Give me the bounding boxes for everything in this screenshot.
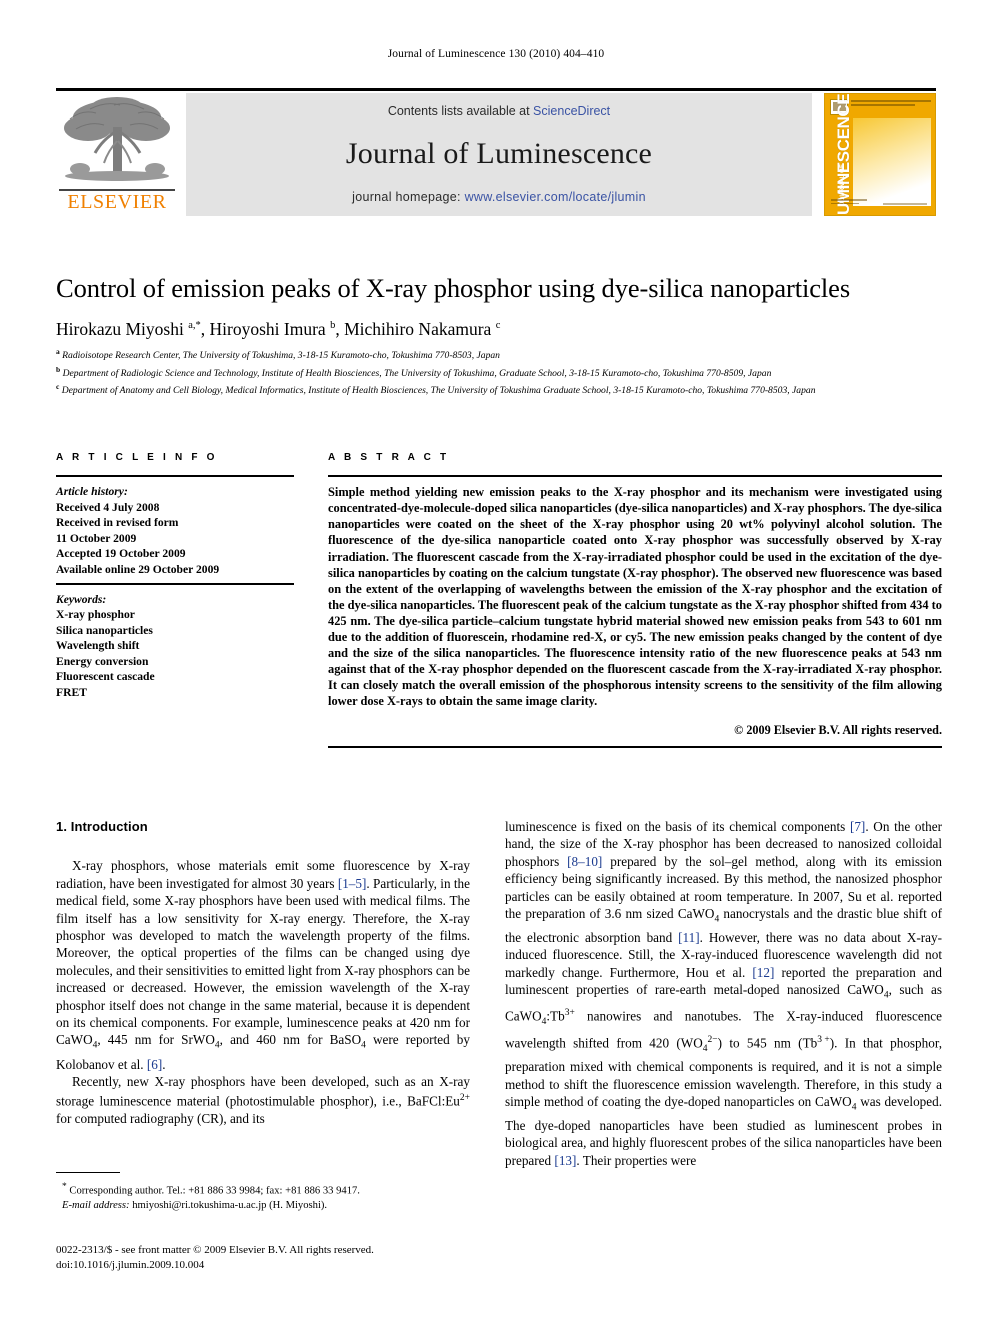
keyword-item: Energy conversion [56,654,149,668]
cover-gradient-panel [853,118,931,206]
body-paragraph: Recently, new X-ray phosphors have been … [56,1073,470,1127]
affiliation-marker: a [56,347,60,356]
journal-article-page: Journal of Luminescence 130 (2010) 404–4… [0,0,992,1323]
cover-footer-right-lines [883,203,929,209]
copyright-line: © 2009 Elsevier B.V. All rights reserved… [734,722,942,737]
affiliation-item: c Department of Anatomy and Cell Biology… [56,380,942,398]
affiliation-text: Department of Radiologic Science and Tec… [62,367,772,379]
body-paragraph: X-ray phosphors, whose materials emit so… [56,858,470,1072]
journal-masthead: ELSEVIER Contents lists available at Sci… [56,88,936,216]
footnote-divider [56,1172,120,1174]
running-head: Journal of Luminescence 130 (2010) 404–4… [387,48,605,60]
article-title: Control of emission peaks of X-ray phosp… [56,273,851,303]
homepage-prefix-text: journal homepage: [352,190,465,204]
article-history-item: Available online 29 October 2009 [56,562,220,576]
contents-prefix-text: Contents lists available at [387,104,534,118]
abstract-column: A B S T R A C T Simple method yielding n… [328,452,942,748]
abstract-top-rule [328,475,942,478]
article-info-heading: A R T I C L E I N F O [56,452,218,463]
article-info-top-rule [56,475,294,478]
keyword-item: Silica nanoparticles [56,623,153,637]
body-right-column: luminescence is fixed on the basis of it… [505,818,942,1169]
cover-footer-left-lines [831,199,871,209]
article-history-item: Received in revised form [56,516,179,530]
cover-subtitle-text: JOURNAL OF [840,164,846,205]
author-list: Hirokazu Miyoshi a,*, Hiroyoshi Imura b,… [56,318,501,339]
journal-homepage-link[interactable]: www.elsevier.com/locate/jlumin [465,190,646,204]
footnote-block: * Corresponding author. Tel.: +81 886 33… [56,1180,470,1213]
abstract-text: Simple method yielding new emission peak… [328,485,942,709]
section-heading-introduction: 1. Introduction [56,819,148,834]
affiliation-text: Department of Anatomy and Cell Biology, … [61,385,816,397]
corresponding-author-note: * Corresponding author. Tel.: +81 886 33… [62,1182,360,1197]
journal-homepage-line: journal homepage: www.elsevier.com/locat… [186,190,812,204]
affiliation-list: a Radioisotope Research Center, The Univ… [56,345,942,398]
affiliation-item: a Radioisotope Research Center, The Univ… [56,345,942,363]
keyword-item: Wavelength shift [56,639,140,653]
cover-header-lines [851,100,933,113]
article-history-label: Article history: [56,485,128,499]
body-paragraph: luminescence is fixed on the basis of it… [505,819,943,1168]
imprint-block: 0022-2313/$ - see front matter © 2009 El… [56,1243,516,1272]
keyword-item: FRET [56,685,87,699]
keyword-item: Fluorescent cascade [56,670,155,684]
elsevier-tree-icon [64,97,170,181]
contents-list-line: Contents lists available at ScienceDirec… [186,104,812,118]
article-history-item: Accepted 19 October 2009 [56,547,186,561]
affiliation-item: b Department of Radiologic Science and T… [56,363,942,381]
body-left-column: 1. Introduction X-ray phosphors, whose m… [56,818,470,1128]
email-address-note: E-mail address: hmiyoshi@ri.tokushima-u.… [62,1199,328,1211]
keywords-label: Keywords: [56,592,107,606]
elsevier-logo: ELSEVIER [56,93,178,216]
abstract-heading: A B S T R A C T [328,452,450,463]
journal-cover-thumbnail: LUMINESCENCE JOURNAL OF [824,93,936,216]
elsevier-wordmark: ELSEVIER [67,191,167,213]
abstract-bottom-rule [328,745,942,748]
doi-line: doi:10.1016/j.jlumin.2009.10.004 [56,1258,205,1271]
keyword-item: X-ray phosphor [56,608,135,622]
issn-copyright-line: 0022-2313/$ - see front matter © 2009 El… [56,1244,374,1256]
masthead-top-rule [56,88,936,91]
affiliation-marker: c [56,382,60,392]
article-history-item: 11 October 2009 [56,531,137,545]
article-info-column: A R T I C L E I N F O Article history: R… [56,452,294,700]
sciencedirect-link[interactable]: ScienceDirect [533,104,610,118]
article-history-item: Received 4 July 2008 [56,500,160,514]
masthead-center-panel: Contents lists available at ScienceDirec… [186,93,812,216]
article-info-mid-rule [56,583,294,585]
affiliation-text: Radioisotope Research Center, The Univer… [62,350,500,362]
affiliation-marker: b [56,364,61,374]
journal-title: Journal of Luminescence [345,137,653,170]
